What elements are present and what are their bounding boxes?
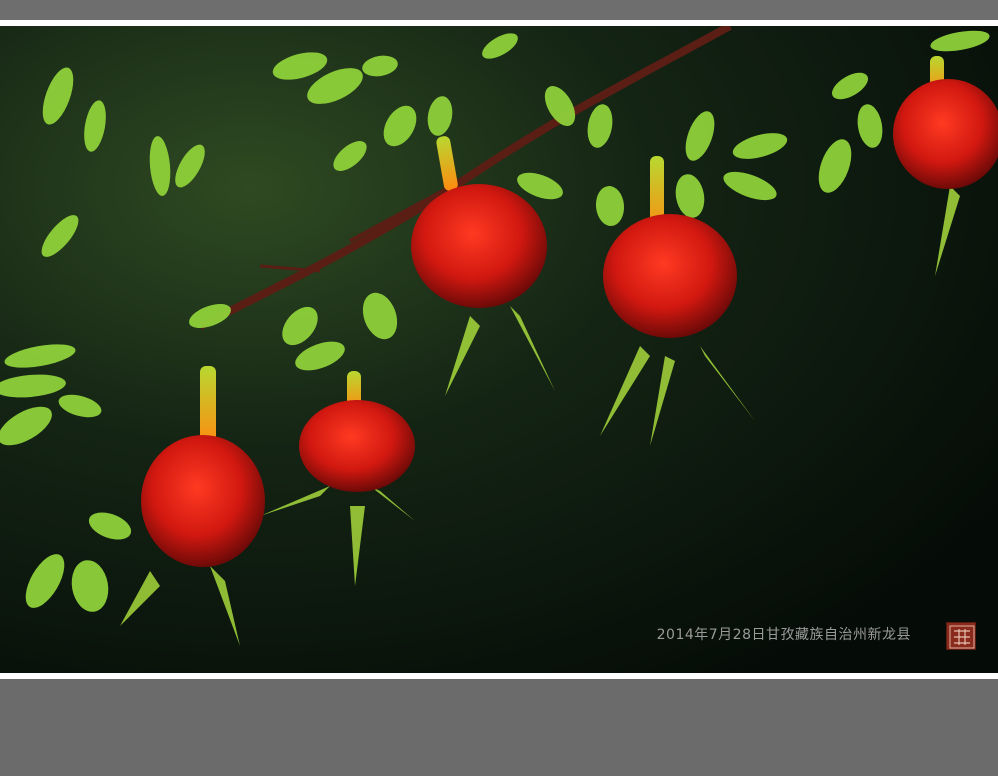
red-seal-stamp-icon (946, 622, 976, 650)
rosehip-berry (603, 214, 737, 338)
rosehip-berry (299, 400, 415, 492)
photo-caption: 2014年7月28日甘孜藏族自治州新龙县 (656, 627, 911, 643)
rosehip-photo: 2014年7月28日甘孜藏族自治州新龙县 (0, 26, 998, 673)
photo-frame: 2014年7月28日甘孜藏族自治州新龙县 (0, 20, 998, 679)
rosehip-berry (411, 184, 547, 308)
rosehip-berry (141, 435, 265, 567)
top-gray-band (0, 0, 998, 20)
photo-scene (0, 26, 998, 673)
bottom-gray-band (0, 679, 998, 776)
rosehip-berry (893, 79, 998, 189)
